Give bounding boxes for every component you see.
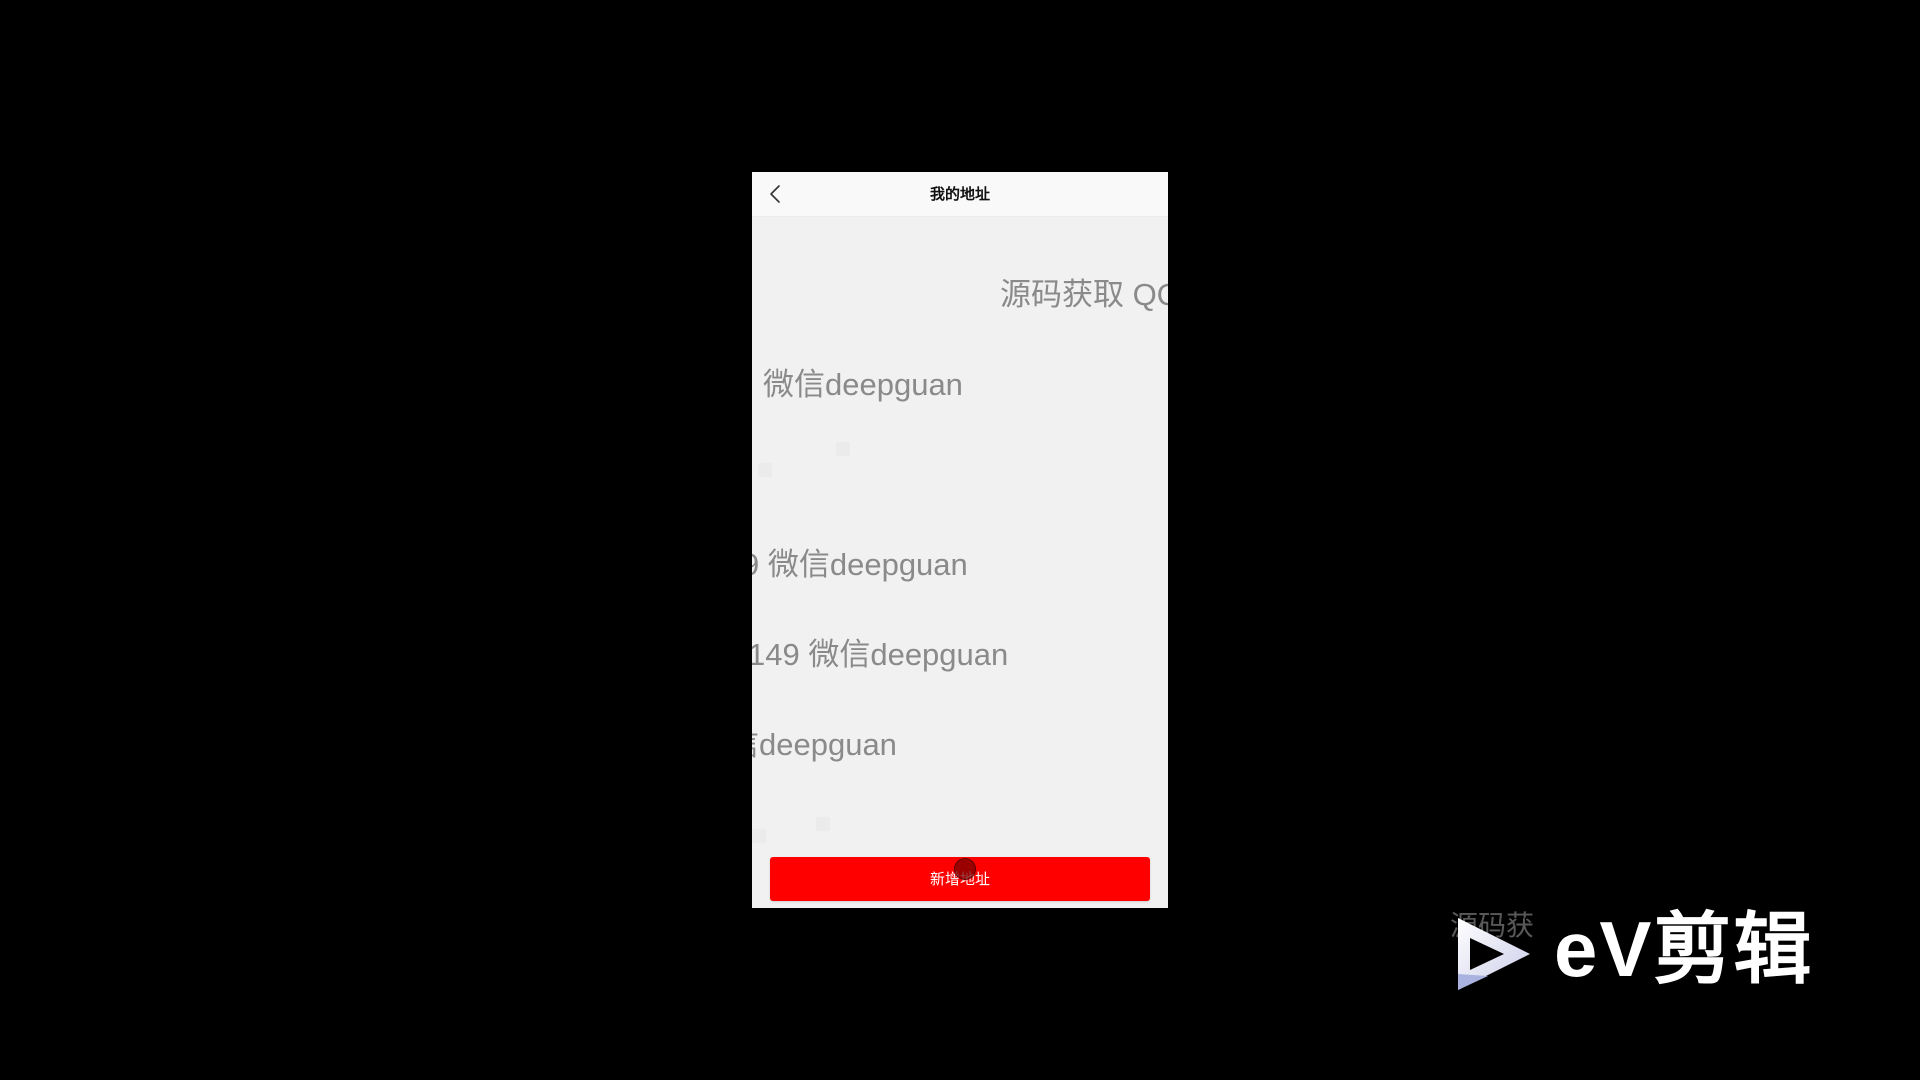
navigation-bar: 我的地址 <box>752 172 1168 217</box>
watermark-fragment <box>816 817 830 831</box>
phone-screen: 我的地址 源码获取 QQ 微信deepguan 9 微信deepguan 149… <box>752 172 1168 908</box>
watermark-text: 149 微信deepguan <box>752 637 1009 672</box>
watermark-fragment <box>758 463 772 477</box>
watermark-text: 9 微信deepguan <box>752 547 968 582</box>
touch-indicator <box>954 858 976 880</box>
watermark-fragment <box>836 442 850 456</box>
watermark-text: 微信deepguan <box>763 367 963 402</box>
video-frame: 我的地址 源码获取 QQ 微信deepguan 9 微信deepguan 149… <box>0 0 1920 1080</box>
play-triangle-icon <box>1458 918 1530 990</box>
watermark-text: 信deepguan <box>752 727 897 762</box>
page-title: 我的地址 <box>929 185 990 203</box>
watermark-fragment <box>752 829 766 843</box>
watermark-text: 源码获取 QQ <box>1000 277 1168 312</box>
brand-text: eV剪辑 <box>1554 905 1814 993</box>
ev-watermark-logo: 源码获 eV剪辑 <box>1448 904 1828 1004</box>
address-list-area: 源码获取 QQ 微信deepguan 9 微信deepguan 149 微信de… <box>752 217 1168 857</box>
